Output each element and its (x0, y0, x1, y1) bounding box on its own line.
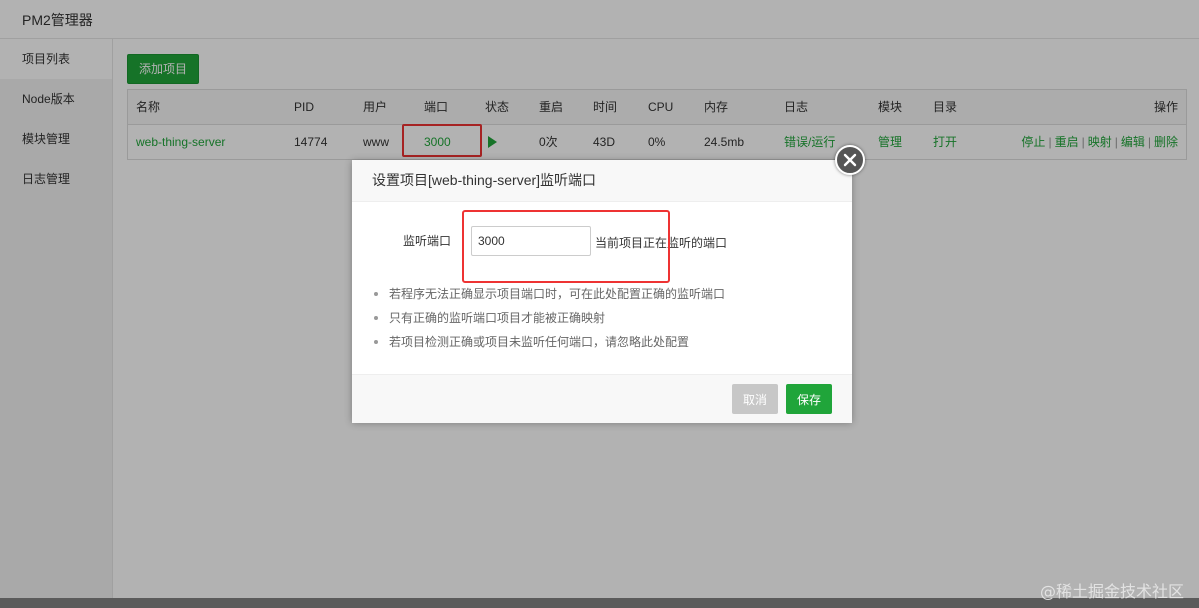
tip-text: 只有正确的监听端口项目才能被正确映射 (389, 311, 606, 325)
dialog-title: 设置项目[web-thing-server]监听端口 (352, 160, 852, 202)
close-icon (843, 153, 857, 167)
watermark: @稀土掘金技术社区 (1040, 582, 1185, 601)
cancel-button[interactable]: 取消 (732, 384, 779, 414)
tip-item: 若程序无法正确显示项目端口时，可在此处配置正确的监听端口 (374, 284, 725, 308)
tip-text: 若程序无法正确显示项目端口时，可在此处配置正确的监听端口 (389, 287, 726, 301)
save-button[interactable]: 保存 (786, 384, 833, 414)
tip-text: 若项目检测正确或项目未监听任何端口，请忽略此处配置 (389, 335, 690, 349)
port-settings-dialog: 设置项目[web-thing-server]监听端口 监听端口 当前项目正在监听… (352, 145, 865, 423)
close-button[interactable] (835, 145, 865, 175)
tip-item: 只有正确的监听端口项目才能被正确映射 (374, 308, 725, 332)
dialog-footer: 取消 保存 (352, 374, 852, 423)
tips-list: 若程序无法正确显示项目端口时，可在此处配置正确的监听端口 只有正确的监听端口项目… (374, 284, 725, 356)
bullet-icon (374, 292, 378, 296)
port-field-label: 监听端口 (403, 234, 452, 248)
bullet-icon (374, 340, 378, 344)
tip-item: 若项目检测正确或项目未监听任何端口，请忽略此处配置 (374, 332, 725, 356)
bullet-icon (374, 316, 378, 320)
bottom-bar (0, 598, 1199, 608)
input-highlight-box (462, 210, 670, 283)
